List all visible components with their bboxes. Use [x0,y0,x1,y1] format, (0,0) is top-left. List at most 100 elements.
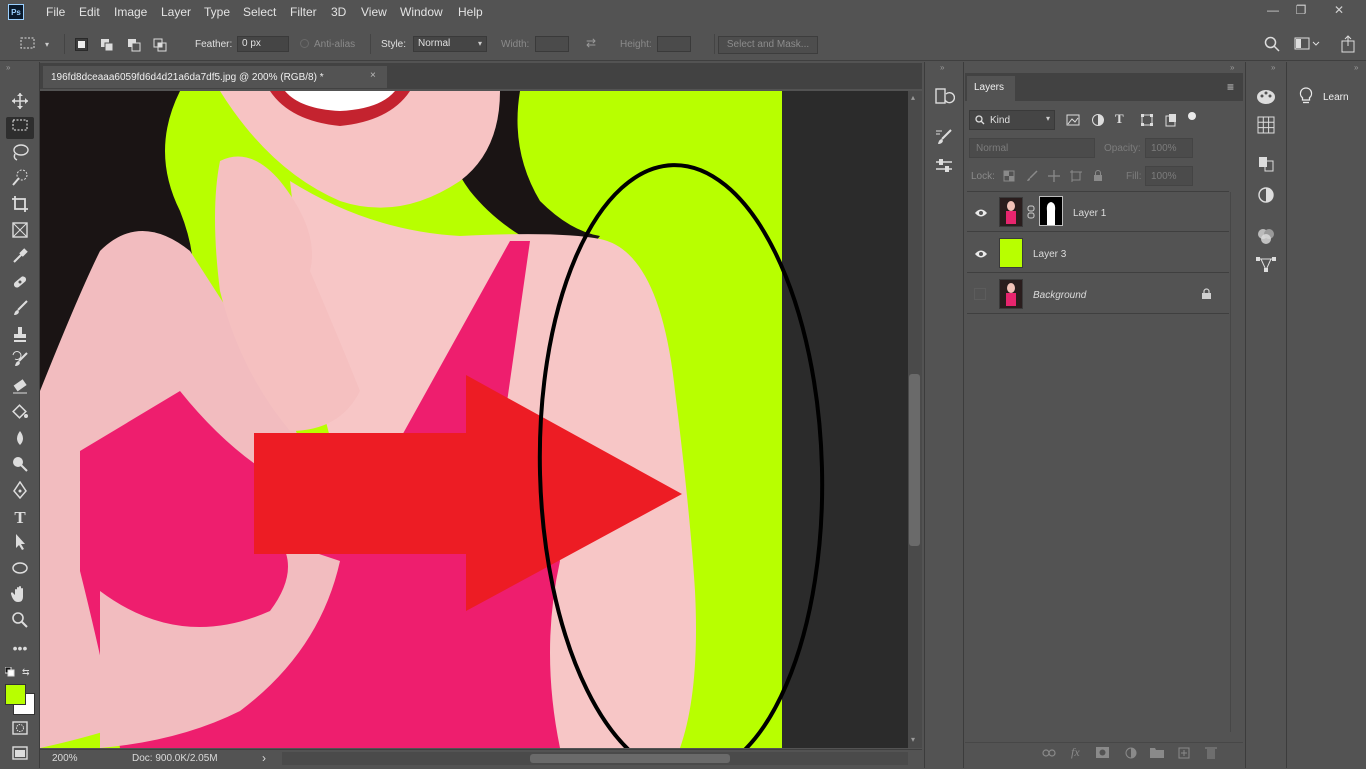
collapse-dock-icon[interactable]: » [940,63,944,72]
dodge-tool-icon[interactable] [6,455,34,477]
menu-image[interactable]: Image [114,5,147,19]
blur-tool-icon[interactable] [6,429,34,451]
panel-menu-icon[interactable]: ≡ [1227,80,1234,94]
link-icon[interactable] [1027,205,1035,222]
eraser-tool-icon[interactable] [6,377,34,399]
rectangular-marquee-tool-icon[interactable] [6,117,34,139]
lock-position-icon[interactable] [1048,170,1060,185]
move-tool-icon[interactable] [6,92,34,114]
quick-mask-icon[interactable] [6,720,34,742]
antialias-checkbox[interactable] [300,39,309,48]
filter-toggle-icon[interactable] [1188,112,1196,120]
select-and-mask-button[interactable]: Select and Mask... [718,36,818,54]
fx-icon[interactable]: fx [1071,745,1080,760]
lock-pixels-icon[interactable] [1026,170,1038,185]
restore-button[interactable]: ❐ [1292,3,1310,19]
default-colors-icon[interactable] [4,666,15,680]
subtract-from-selection-icon[interactable] [127,38,141,52]
history-panel-icon[interactable] [933,86,957,108]
menu-filter[interactable]: Filter [290,5,317,19]
frame-tool-icon[interactable] [6,221,34,243]
path-selection-tool-icon[interactable] [6,533,34,555]
height-input[interactable] [657,36,691,52]
search-icon[interactable] [1264,36,1280,55]
paint-bucket-tool-icon[interactable] [6,403,34,425]
paths-icon[interactable] [1255,253,1279,275]
link-layers-icon[interactable] [1042,748,1056,761]
filter-pixel-icon[interactable] [1066,113,1080,130]
filter-smart-object-icon[interactable] [1164,113,1178,130]
opacity-input[interactable]: 100% [1145,138,1193,158]
intersect-selection-icon[interactable] [153,38,167,52]
filter-adjustment-icon[interactable] [1091,113,1105,130]
vertical-scroll-thumb[interactable] [909,374,920,546]
layer-1-mask-thumbnail[interactable] [1039,196,1063,226]
lock-artboard-icon[interactable] [1070,170,1082,185]
brush-tool-icon[interactable] [6,299,34,321]
lock-all-icon[interactable] [1092,169,1104,185]
scroll-down-icon[interactable]: ▾ [911,735,915,744]
libraries-icon[interactable] [1255,153,1279,175]
add-to-selection-icon[interactable] [100,38,114,52]
zoom-tool-icon[interactable] [6,611,34,633]
menu-window[interactable]: Window [400,5,443,19]
fill-input[interactable]: 100% [1145,166,1193,186]
new-adjustment-icon[interactable] [1125,747,1137,762]
filter-type-icon[interactable]: T [1115,111,1124,127]
new-selection-icon[interactable] [75,38,88,51]
document-canvas[interactable] [40,91,908,748]
quick-selection-tool-icon[interactable] [6,169,34,191]
new-group-folder-icon[interactable] [1150,747,1164,761]
visibility-toggle-empty[interactable] [974,288,986,300]
workspace-icon[interactable] [1294,37,1320,54]
add-mask-icon[interactable] [1096,747,1109,761]
ellipse-tool-icon[interactable] [6,559,34,581]
preset-dropdown-icon[interactable]: ▾ [45,40,49,49]
hand-tool-icon[interactable] [6,585,34,607]
collapse-panel-icon[interactable]: » [1230,63,1234,72]
trash-icon[interactable] [1205,746,1217,762]
menu-type[interactable]: Type [204,5,230,19]
brushes-panel-icon[interactable] [933,127,957,149]
crop-tool-icon[interactable] [6,195,34,217]
type-tool-icon[interactable]: T [6,507,34,529]
collapse-dock-icon[interactable]: » [1271,63,1275,72]
healing-brush-tool-icon[interactable] [6,273,34,295]
scroll-up-icon[interactable]: ▴ [911,93,915,102]
visibility-eye-icon[interactable] [974,249,988,262]
collapse-toolbar-icon[interactable]: » [6,63,10,72]
more-tools-icon[interactable]: ••• [6,637,34,659]
eyedropper-tool-icon[interactable] [6,247,34,269]
blend-mode-select[interactable]: Normal [969,138,1095,158]
rect-marquee-preset-icon[interactable] [20,36,38,50]
visibility-eye-icon[interactable] [974,208,988,221]
lasso-tool-icon[interactable] [6,143,34,165]
adjustments-icon[interactable] [1255,184,1279,206]
history-brush-tool-icon[interactable] [6,351,34,373]
lock-transparent-icon[interactable] [1003,170,1015,185]
style-select[interactable]: Normal ▾ [413,36,487,52]
close-document-icon[interactable]: × [370,70,376,81]
foreground-color-swatch[interactable] [5,684,26,705]
layer-filter-select[interactable]: Kind ▾ [969,110,1055,130]
menu-help[interactable]: Help [458,5,483,19]
screen-mode-icon[interactable] [6,745,34,765]
pen-tool-icon[interactable] [6,481,34,503]
menu-select[interactable]: Select [243,5,276,19]
width-input[interactable] [535,36,569,52]
horizontal-scroll-thumb[interactable] [530,754,730,763]
swap-colors-icon[interactable]: ⇆ [22,667,30,678]
status-menu-arrow-icon[interactable]: › [262,751,266,765]
feather-input[interactable]: 0 px [237,36,289,52]
share-icon[interactable] [1340,35,1356,56]
channels-icon[interactable] [1255,225,1279,247]
swatches-grid-icon[interactable] [1255,114,1279,136]
clone-stamp-tool-icon[interactable] [6,325,34,347]
menu-file[interactable]: File [46,5,65,19]
minimize-button[interactable]: — [1264,3,1282,19]
swap-dimensions-icon[interactable]: ⇄ [586,36,596,50]
filter-shape-icon[interactable] [1140,113,1154,130]
new-layer-icon[interactable] [1178,747,1190,762]
menu-3d[interactable]: 3D [331,5,346,19]
adjustments-sliders-icon[interactable] [933,155,957,177]
